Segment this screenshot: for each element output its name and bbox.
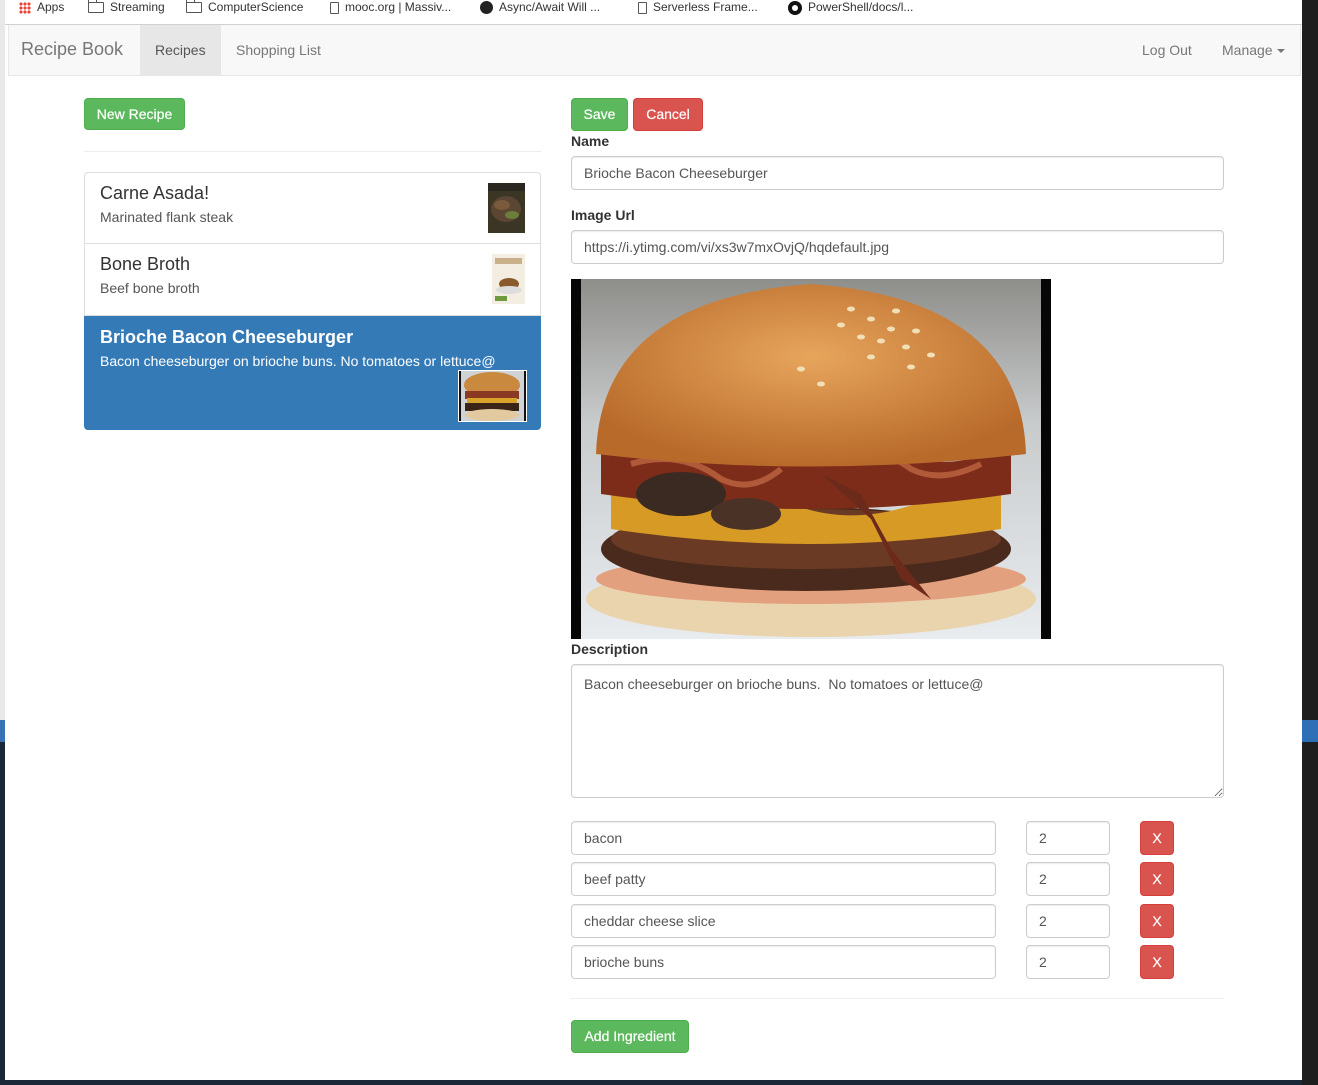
ingredient-amount-input[interactable] bbox=[1026, 862, 1110, 896]
folder-icon bbox=[186, 0, 202, 14]
recipe-description: Beef bone broth bbox=[100, 280, 200, 296]
recipe-description: Bacon cheeseburger on brioche buns. No t… bbox=[100, 353, 496, 369]
name-label: Name bbox=[571, 133, 610, 149]
nav-recipes[interactable]: Recipes bbox=[140, 25, 221, 75]
add-ingredient-button[interactable]: Add Ingredient bbox=[571, 1020, 689, 1053]
desktop-edge-bottom bbox=[5, 1080, 1302, 1085]
editor-selection-bar bbox=[1302, 720, 1318, 742]
nav-shopping-list[interactable]: Shopping List bbox=[221, 25, 336, 75]
recipe-name: Bone Broth bbox=[100, 254, 191, 274]
save-button[interactable]: Save bbox=[571, 98, 628, 131]
recipe-thumbnail bbox=[488, 183, 525, 233]
brand-link[interactable]: Recipe Book bbox=[21, 39, 123, 60]
bookmarks-bar: Apps Streaming ComputerScience mooc.org … bbox=[5, 0, 1302, 25]
nav-manage-dropdown[interactable]: Manage bbox=[1207, 25, 1300, 75]
recipe-item-brioche-burger[interactable]: Brioche Bacon Cheeseburger Bacon cheeseb… bbox=[84, 316, 541, 430]
recipe-item-carne-asada[interactable]: Carne Asada! Marinated flank steak bbox=[84, 172, 541, 244]
bookmark-async-await[interactable]: Async/Await Will ... bbox=[480, 0, 600, 16]
ingredient-amount-input[interactable] bbox=[1026, 945, 1110, 979]
site-icon bbox=[480, 1, 493, 15]
name-input[interactable] bbox=[571, 156, 1224, 190]
navbar: Recipe Book Recipes Shopping List Log Ou… bbox=[8, 25, 1301, 76]
page-icon bbox=[638, 1, 647, 14]
recipe-image-preview bbox=[571, 279, 1051, 639]
remove-ingredient-button[interactable]: X bbox=[1140, 821, 1174, 855]
remove-ingredient-button[interactable]: X bbox=[1140, 862, 1174, 896]
bookmark-streaming[interactable]: Streaming bbox=[88, 0, 165, 16]
recipe-thumbnail bbox=[492, 254, 525, 304]
description-label: Description bbox=[571, 641, 649, 657]
cancel-button[interactable]: Cancel bbox=[633, 98, 703, 131]
recipe-item-bone-broth[interactable]: Bone Broth Beef bone broth bbox=[84, 244, 541, 316]
recipe-thumbnail bbox=[458, 370, 527, 422]
github-icon bbox=[788, 0, 802, 15]
background-editor-window bbox=[1302, 0, 1318, 1085]
recipe-name: Carne Asada! bbox=[100, 183, 210, 203]
folder-icon bbox=[88, 0, 104, 14]
description-textarea[interactable]: Bacon cheeseburger on brioche buns. No t… bbox=[571, 664, 1224, 798]
nav-logout[interactable]: Log Out bbox=[1127, 25, 1207, 75]
recipe-description: Marinated flank steak bbox=[100, 209, 234, 225]
recipe-name: Brioche Bacon Cheeseburger bbox=[100, 327, 354, 347]
ingredient-name-input[interactable] bbox=[571, 945, 996, 979]
page-icon bbox=[330, 1, 339, 14]
bookmark-computerscience[interactable]: ComputerScience bbox=[186, 0, 303, 16]
bookmark-apps[interactable]: Apps bbox=[19, 0, 64, 16]
caret-down-icon bbox=[1276, 49, 1285, 54]
app-window: Recipe Book Recipes Shopping List Log Ou… bbox=[5, 25, 1302, 1080]
divider bbox=[571, 998, 1224, 999]
ingredient-name-input[interactable] bbox=[571, 862, 996, 896]
new-recipe-button[interactable]: New Recipe bbox=[84, 98, 185, 130]
image-url-label: Image Url bbox=[571, 207, 635, 223]
ingredient-name-input[interactable] bbox=[571, 904, 996, 938]
ingredient-amount-input[interactable] bbox=[1026, 821, 1110, 855]
ingredient-amount-input[interactable] bbox=[1026, 904, 1110, 938]
remove-ingredient-button[interactable]: X bbox=[1140, 904, 1174, 938]
remove-ingredient-button[interactable]: X bbox=[1140, 945, 1174, 979]
divider bbox=[84, 151, 541, 152]
apps-icon bbox=[19, 1, 31, 14]
manage-label: Manage bbox=[1222, 42, 1273, 58]
image-url-input[interactable] bbox=[571, 230, 1224, 264]
bookmark-powershell[interactable]: PowerShell/docs/l... bbox=[788, 0, 913, 16]
bookmark-mooc[interactable]: mooc.org | Massiv... bbox=[330, 0, 451, 16]
bookmark-serverless[interactable]: Serverless Frame... bbox=[638, 0, 758, 16]
ingredient-name-input[interactable] bbox=[571, 821, 996, 855]
